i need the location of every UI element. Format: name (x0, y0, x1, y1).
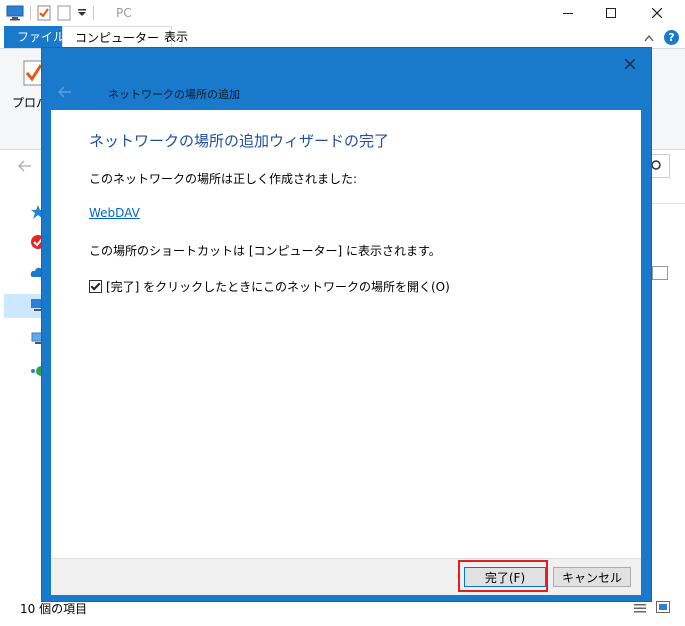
close-button[interactable] (634, 0, 680, 26)
close-icon (652, 8, 662, 18)
minimize-icon (563, 13, 573, 14)
maximize-button[interactable] (588, 0, 634, 26)
open-location-option[interactable]: [完了] をクリックしたときにこのネットワークの場所を開く(O) (89, 278, 450, 295)
dialog-close-button[interactable] (624, 55, 636, 73)
dialog-content: ネットワークの場所の追加ウィザードの完了 このネットワークの場所は正しく作成され… (51, 110, 641, 558)
tab-view[interactable]: 表示 (152, 26, 200, 48)
location-link[interactable]: WebDAV (89, 206, 140, 220)
dialog-back-button[interactable] (57, 83, 72, 102)
quick-access-toolbar (6, 3, 94, 23)
large-icons-view-icon[interactable] (656, 601, 670, 613)
toolbar-separator (93, 6, 94, 20)
cancel-button[interactable]: キャンセル (553, 567, 631, 587)
title-bar: PC (0, 0, 685, 26)
computer-icon (6, 5, 24, 21)
window-title: PC (116, 6, 132, 20)
ribbon-controls: ? (644, 30, 679, 45)
divider (652, 203, 685, 204)
add-network-location-dialog: ネットワークの場所の追加 ネットワークの場所の追加ウィザードの完了 このネットワ… (41, 47, 652, 602)
details-view-icon[interactable] (634, 603, 646, 613)
help-button[interactable]: ? (664, 30, 679, 45)
maximize-icon (606, 8, 616, 18)
new-folder-icon[interactable] (57, 5, 71, 21)
close-icon (624, 58, 636, 70)
finish-button-highlight (458, 560, 548, 592)
back-arrow-icon (57, 86, 71, 98)
view-checkbox[interactable] (652, 266, 668, 280)
shortcut-message: この場所のショートカットは [コンピューター] に表示されます。 (89, 244, 441, 258)
wizard-heading: ネットワークの場所の追加ウィザードの完了 (89, 132, 390, 150)
back-arrow-icon[interactable] (18, 160, 32, 172)
created-message: このネットワークの場所は正しく作成されました: (89, 172, 358, 186)
open-location-checkbox[interactable] (89, 280, 102, 293)
open-location-label[interactable]: [完了] をクリックしたときにこのネットワークの場所を開く(O) (106, 278, 450, 295)
minimize-button[interactable] (545, 0, 591, 26)
ribbon-tab-bar: ファイル コンピューター 表示 (0, 26, 685, 49)
chevron-up-icon[interactable] (644, 34, 654, 42)
dialog-title: ネットワークの場所の追加 (108, 88, 240, 101)
toolbar-separator (30, 6, 31, 20)
customize-dropdown-icon[interactable] (77, 8, 87, 18)
dialog-footer: 完了(F) キャンセル (51, 558, 641, 595)
properties-icon[interactable] (37, 5, 51, 21)
status-item-count: 10 個の項目 (20, 602, 88, 616)
